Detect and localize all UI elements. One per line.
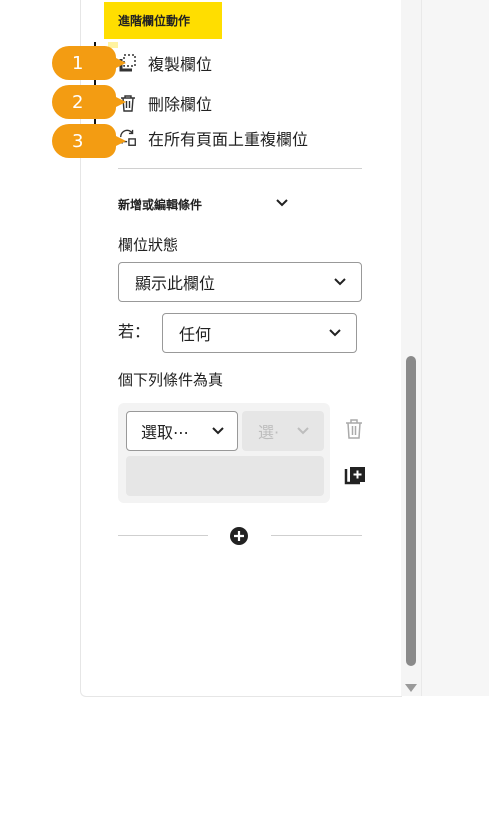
field-state-label: 欄位狀態 <box>118 236 179 254</box>
delete-field-item[interactable]: 刪除欄位 <box>118 90 212 116</box>
arrow-down-icon <box>405 684 417 692</box>
scrollbar-thumb[interactable] <box>406 356 416 666</box>
condition-field-placeholder: 選取⋯ <box>141 423 190 442</box>
conditions-toggle-button[interactable] <box>272 193 292 213</box>
delete-field-label: 刪除欄位 <box>148 95 213 114</box>
divider-left <box>118 535 208 536</box>
chevron-down-icon <box>276 199 288 207</box>
conditions-section-title: 新增或編輯條件 <box>118 198 203 212</box>
condition-field-select[interactable]: 選取⋯ <box>126 411 238 451</box>
callout-1: 1 <box>52 46 126 80</box>
add-condition-button[interactable] <box>229 526 249 546</box>
side-area <box>421 0 489 696</box>
condition-text: 個下列條件為真 <box>118 371 224 389</box>
field-state-value: 顯示此欄位 <box>135 274 216 293</box>
advanced-field-actions-header: 進階欄位動作 <box>104 2 222 39</box>
chevron-down-icon <box>212 427 224 435</box>
callout-3: 3 <box>52 124 126 158</box>
duplicate-field-label: 複製欄位 <box>148 55 213 74</box>
section-divider <box>118 168 362 169</box>
condition-value-field[interactable] <box>126 456 324 496</box>
duplicate-field-item[interactable]: 複製欄位 <box>118 50 212 76</box>
repeat-field-label: 在所有頁面上重複欄位 <box>148 130 309 149</box>
scroll-down-button[interactable] <box>405 678 417 692</box>
chevron-down-icon <box>334 278 346 286</box>
duplicate-condition-button[interactable] <box>344 465 366 487</box>
field-state-select[interactable]: 顯示此欄位 <box>118 262 362 302</box>
add-copy-icon <box>344 467 365 485</box>
if-label: 若： <box>118 322 151 341</box>
trash-icon <box>346 419 362 439</box>
repeat-field-all-pages-item[interactable]: 在所有頁面上重複欄位 <box>118 125 308 151</box>
delete-condition-button[interactable] <box>344 418 364 440</box>
if-select[interactable]: 任何 <box>162 313 357 353</box>
divider-right <box>271 535 362 536</box>
condition-operator-placeholder: 選· <box>258 423 280 442</box>
chevron-down-icon <box>329 329 341 337</box>
plus-circle-icon <box>230 527 248 545</box>
chevron-down-icon <box>297 427 309 435</box>
callout-2: 2 <box>52 85 126 119</box>
condition-operator-select[interactable]: 選· <box>242 411 324 451</box>
if-value: 任何 <box>179 325 212 344</box>
